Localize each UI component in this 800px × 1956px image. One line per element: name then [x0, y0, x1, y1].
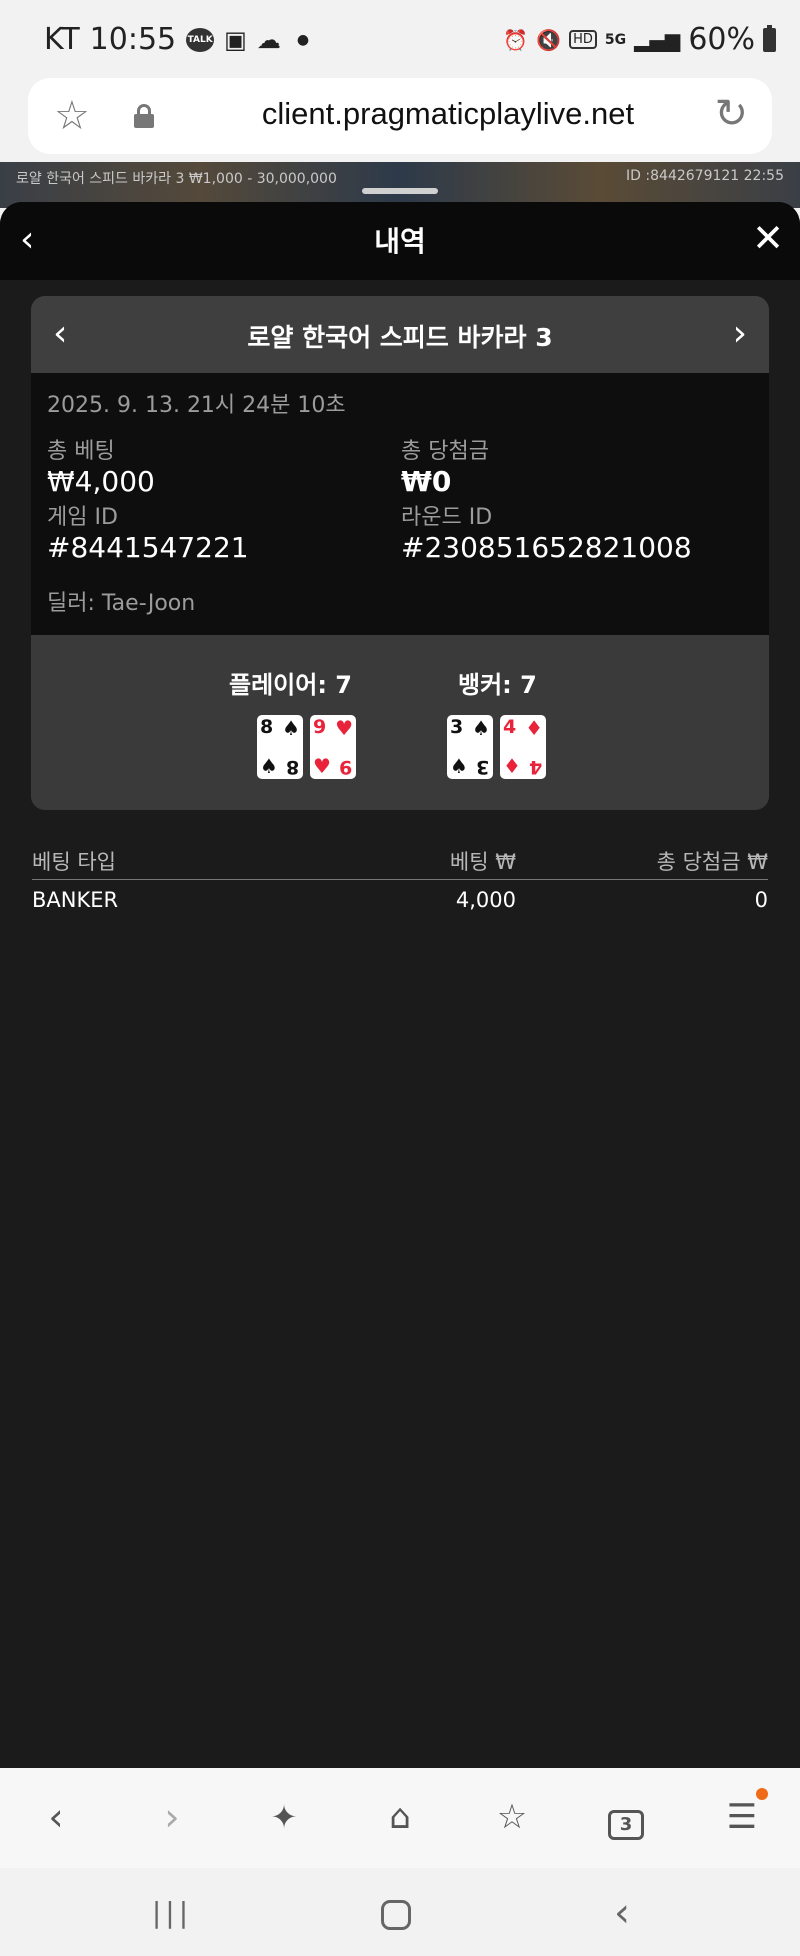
header-bet-amount: 베팅 ₩: [449, 850, 516, 874]
status-bar: KT 10:55 TALK ▣ ☁ ● ⏰ 🔇 HD 5G ▂▄▆ 60%: [0, 0, 800, 80]
menu-icon[interactable]: ☰: [712, 1788, 772, 1842]
game-strip-id: ID :8442679121 22:55: [626, 168, 784, 184]
round-detail-card: ‹ 로얄 한국어 스피드 바카라 3 › 2025. 9. 13. 21시 24…: [31, 296, 769, 810]
signal-icon: ▂▄▆: [634, 27, 681, 52]
close-icon[interactable]: ✕: [752, 216, 784, 260]
hd-voice-icon: HD: [569, 30, 597, 49]
card-rank: 3: [475, 756, 489, 778]
next-round-chevron-icon[interactable]: ›: [733, 312, 747, 356]
card-rank: 8: [260, 716, 274, 738]
banker-card-2: 4 ♦ ♦ 4: [500, 715, 546, 779]
player-card-1: 8 ♠ ♠ 8: [257, 715, 303, 779]
browser-forward-icon[interactable]: ›: [142, 1792, 202, 1842]
ai-sparkle-icon[interactable]: ✦: [254, 1792, 314, 1842]
reload-icon[interactable]: ↻: [714, 92, 748, 136]
table-row: BANKER 4,000 0: [32, 884, 768, 920]
banker-card-1: 3 ♠ ♠ 3: [447, 715, 493, 779]
lock-icon[interactable]: [134, 104, 154, 128]
battery-icon: [763, 24, 776, 52]
home-icon[interactable]: ⌂: [370, 1792, 430, 1842]
bets-table-header: 베팅 타입 베팅 ₩ 총 당첨금 ₩: [32, 844, 768, 880]
browser-back-icon[interactable]: ‹: [26, 1792, 86, 1842]
history-panel: ‹ 내역 ✕ ‹ 로얄 한국어 스피드 바카라 3 › 2025. 9. 13.…: [0, 202, 800, 1768]
game-id-value: #8441547221: [47, 531, 249, 564]
status-left: KT 10:55 TALK ▣ ☁ ●: [44, 22, 309, 57]
total-bet-value: ₩4,000: [47, 465, 155, 498]
bookmark-star-icon[interactable]: ☆: [54, 94, 90, 138]
browser-toolbar: ‹ › ✦ ⌂ ☆ 3 ☰: [0, 1768, 800, 1868]
total-win-label: 총 당첨금: [401, 439, 489, 464]
more-notifications-dot-icon: ●: [296, 31, 310, 48]
round-id-value: #230851652821008: [401, 531, 692, 564]
bet-type-cell: BANKER: [32, 888, 119, 912]
home-button[interactable]: [366, 1888, 426, 1938]
total-win-value: ₩0: [401, 465, 452, 498]
network-5g-icon: 5G: [604, 31, 627, 48]
card-rank: 9: [338, 756, 352, 778]
card-rank: 4: [503, 716, 517, 738]
mute-icon: 🔇: [536, 27, 562, 52]
card-rank: 4: [528, 756, 542, 778]
round-datetime: 2025. 9. 13. 21시 24분 10초: [47, 393, 346, 418]
kakaotalk-icon: TALK: [186, 27, 215, 52]
system-back-icon[interactable]: ‹: [592, 1888, 652, 1938]
total-bet-label: 총 베팅: [47, 439, 115, 464]
game-id-label: 게임 ID: [47, 505, 118, 530]
total-win-cell: 0: [754, 888, 768, 912]
status-right: ⏰ 🔇 HD 5G ▂▄▆ 60%: [503, 22, 776, 57]
clock: 10:55: [89, 22, 177, 57]
card-suit-icon: ♥: [313, 754, 331, 778]
bet-amount-cell: 4,000: [455, 888, 516, 912]
tabs-count: 3: [608, 1810, 644, 1840]
card-rank: 8: [285, 756, 299, 778]
home-square-icon: [381, 1899, 411, 1930]
card-suit-icon: ♥: [335, 716, 353, 740]
recent-apps-icon[interactable]: |||: [142, 1888, 202, 1938]
history-header: ‹ 내역 ✕: [0, 202, 800, 280]
header-bet-type: 베팅 타입: [32, 850, 116, 874]
round-info: 2025. 9. 13. 21시 24분 10초 총 베팅 ₩4,000 총 당…: [31, 373, 769, 635]
url-text[interactable]: client.pragmaticplaylive.net: [188, 96, 708, 132]
bookmarks-icon[interactable]: ☆: [482, 1792, 542, 1842]
card-suit-icon: ♦: [525, 716, 543, 740]
card-suit-icon: ♠: [472, 716, 490, 740]
dealer-name: 딜러: Tae-Joon: [47, 591, 196, 616]
banker-score: 뱅커: 7: [458, 671, 537, 699]
card-suit-icon: ♠: [282, 716, 300, 740]
card-suit-icon: ♠: [260, 754, 278, 778]
drag-handle[interactable]: [362, 188, 438, 194]
gallery-icon: ▣: [224, 25, 247, 54]
round-card-header: ‹ 로얄 한국어 스피드 바카라 3 ›: [31, 296, 769, 373]
card-suit-icon: ♦: [503, 754, 521, 778]
update-badge: [756, 1788, 768, 1800]
hands-result: 플레이어: 7 뱅커: 7 8 ♠ ♠ 8 9 ♥ ♥ 9 3 ♠ ♠ 3 4 ♦ ♦ 4: [31, 635, 769, 810]
card-rank: 3: [450, 716, 464, 738]
card-rank: 9: [313, 716, 327, 738]
alarm-icon: ⏰: [503, 27, 529, 52]
round-id-label: 라운드 ID: [401, 505, 493, 530]
tabs-button[interactable]: 3: [596, 1792, 656, 1842]
system-navigation-bar: ||| ‹: [0, 1868, 800, 1956]
player-score: 플레이어: 7: [229, 671, 352, 699]
battery-percent: 60%: [688, 22, 755, 57]
history-title: 내역: [374, 225, 426, 258]
player-card-2: 9 ♥ ♥ 9: [310, 715, 356, 779]
game-strip-title: 로얄 한국어 스피드 바카라 3 ₩1,000 - 30,000,000: [16, 171, 337, 187]
cloud-icon: ☁: [256, 25, 281, 54]
carrier-label: KT: [44, 22, 80, 57]
game-name: 로얄 한국어 스피드 바카라 3: [247, 323, 553, 352]
address-bar[interactable]: ☆ client.pragmaticplaylive.net ↻: [28, 78, 772, 154]
card-suit-icon: ♠: [450, 754, 468, 778]
header-total-win: 총 당첨금 ₩: [656, 850, 768, 874]
